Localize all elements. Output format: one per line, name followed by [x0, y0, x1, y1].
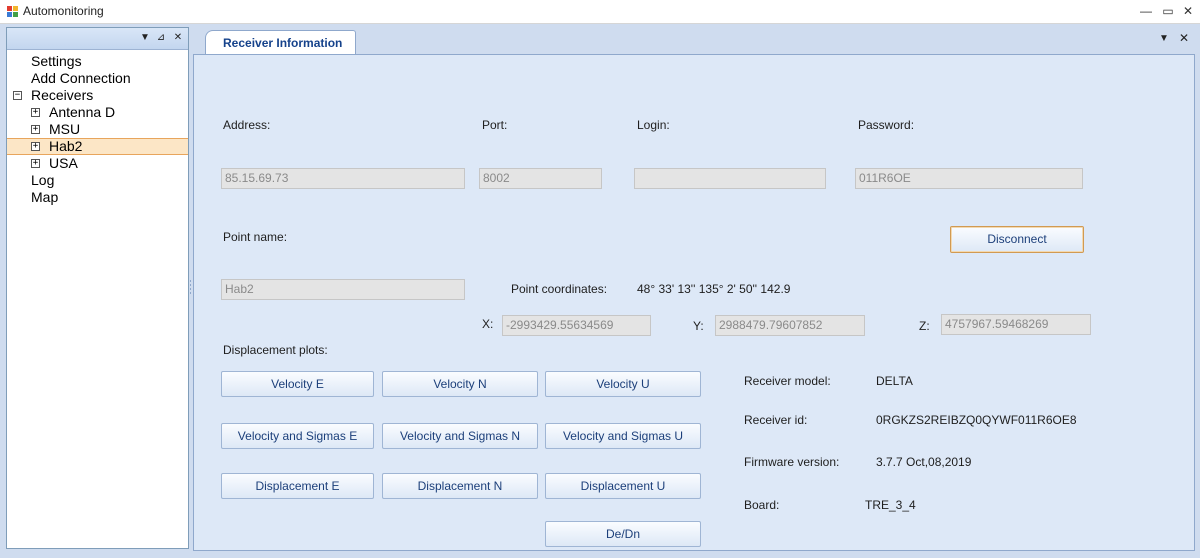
tree-item-add-connection[interactable]: Add Connection — [7, 70, 188, 87]
point-name-field[interactable]: Hab2 — [221, 279, 465, 300]
tab-label: Receiver Information — [223, 36, 343, 50]
navigation-pane-header: ▼ ⊿ ✕ — [7, 28, 188, 50]
tree-item-label: Log — [31, 172, 55, 188]
expand-icon[interactable]: + — [31, 159, 40, 168]
point-coordinates-label: Point coordinates: — [511, 282, 608, 296]
app-icon — [7, 6, 19, 18]
firmware-version-label: Firmware version: — [744, 455, 840, 469]
minimize-button[interactable]: — — [1136, 2, 1156, 20]
expand-icon[interactable]: + — [31, 142, 40, 151]
expand-icon[interactable]: + — [31, 108, 40, 117]
board-value: TRE_3_4 — [865, 498, 916, 512]
close-button[interactable]: ✕ — [1178, 2, 1198, 20]
address-field[interactable]: 85.15.69.73 — [221, 168, 465, 189]
x-field[interactable]: -2993429.55634569 — [502, 315, 651, 336]
z-field[interactable]: 4757967.59468269 — [941, 314, 1091, 335]
navigation-pane: ▼ ⊿ ✕ Settings Add Connection − Receiver… — [6, 27, 189, 549]
pane-close-icon[interactable]: ✕ — [171, 31, 185, 45]
tree-item-label: USA — [49, 155, 78, 171]
port-field[interactable]: 8002 — [479, 168, 602, 189]
velocity-sigmas-u-button[interactable]: Velocity and Sigmas U — [545, 423, 701, 449]
disconnect-button[interactable]: Disconnect — [950, 226, 1084, 253]
board-label: Board: — [744, 498, 780, 512]
tree-item-label: Antenna D — [49, 104, 116, 120]
receiver-information-panel: Address: Port: Login: Password: 85.15.69… — [193, 54, 1195, 551]
title-bar: Automonitoring — ▭ ✕ — [0, 0, 1200, 24]
displacement-n-button[interactable]: Displacement N — [382, 473, 538, 499]
tab-receiver-information[interactable]: Receiver Information — [205, 30, 356, 54]
maximize-button[interactable]: ▭ — [1158, 2, 1178, 20]
address-label: Address: — [223, 118, 271, 132]
receiver-tree: Settings Add Connection − Receivers + An… — [7, 53, 188, 206]
tree-item-label: Settings — [31, 53, 82, 69]
tree-item-label: Hab2 — [49, 138, 83, 154]
z-label: Z: — [919, 319, 930, 333]
tree-item-usa[interactable]: + USA — [7, 155, 188, 172]
tree-item-label: Add Connection — [31, 70, 131, 86]
de-dn-button[interactable]: De/Dn — [545, 521, 701, 547]
pane-menu-icon[interactable]: ▼ — [138, 31, 152, 45]
tree-item-label: Map — [31, 189, 59, 205]
splitter-grip-icon[interactable] — [189, 280, 192, 294]
point-name-label: Point name: — [223, 230, 288, 244]
login-field[interactable] — [634, 168, 826, 189]
port-label: Port: — [482, 118, 508, 132]
tree-item-hab2[interactable]: + Hab2 — [7, 138, 188, 155]
receiver-id-label: Receiver id: — [744, 413, 808, 427]
password-label: Password: — [858, 118, 915, 132]
receiver-model-value: DELTA — [876, 374, 913, 388]
tab-list-icon[interactable]: ▼ — [1157, 33, 1171, 44]
password-field[interactable]: 011R6OE — [855, 168, 1083, 189]
window-title: Automonitoring — [23, 4, 104, 18]
displacement-plots-label: Displacement plots: — [223, 343, 328, 357]
x-label: X: — [482, 317, 494, 331]
collapse-icon[interactable]: − — [13, 91, 22, 100]
tab-close-icon[interactable]: ✕ — [1177, 31, 1191, 45]
velocity-sigmas-e-button[interactable]: Velocity and Sigmas E — [221, 423, 374, 449]
displacement-e-button[interactable]: Displacement E — [221, 473, 374, 499]
tree-item-label: MSU — [49, 121, 81, 137]
tree-item-settings[interactable]: Settings — [7, 53, 188, 70]
expand-icon[interactable]: + — [31, 125, 40, 134]
velocity-n-button[interactable]: Velocity N — [382, 371, 538, 397]
pin-icon[interactable]: ⊿ — [154, 31, 168, 45]
velocity-e-button[interactable]: Velocity E — [221, 371, 374, 397]
velocity-u-button[interactable]: Velocity U — [545, 371, 701, 397]
tree-item-receivers[interactable]: − Receivers — [7, 87, 188, 104]
receiver-model-label: Receiver model: — [744, 374, 831, 388]
point-coordinates-value: 48° 33' 13'' 135° 2' 50'' 142.9 — [637, 282, 791, 296]
firmware-version-value: 3.7.7 Oct,08,2019 — [876, 455, 972, 469]
tree-item-msu[interactable]: + MSU — [7, 121, 188, 138]
velocity-sigmas-n-button[interactable]: Velocity and Sigmas N — [382, 423, 538, 449]
receiver-id-value: 0RGKZS2REIBZQ0QYWF011R6OE8 — [876, 413, 1077, 427]
tree-item-log[interactable]: Log — [7, 172, 188, 189]
y-label: Y: — [693, 319, 704, 333]
tree-item-antenna-d[interactable]: + Antenna D — [7, 104, 188, 121]
y-field[interactable]: 2988479.79607852 — [715, 315, 865, 336]
login-label: Login: — [637, 118, 670, 132]
document-area: Receiver Information ▼ ✕ Address: Port: … — [193, 27, 1195, 551]
tree-item-label: Receivers — [31, 87, 94, 103]
tree-item-map[interactable]: Map — [7, 189, 188, 206]
displacement-u-button[interactable]: Displacement U — [545, 473, 701, 499]
